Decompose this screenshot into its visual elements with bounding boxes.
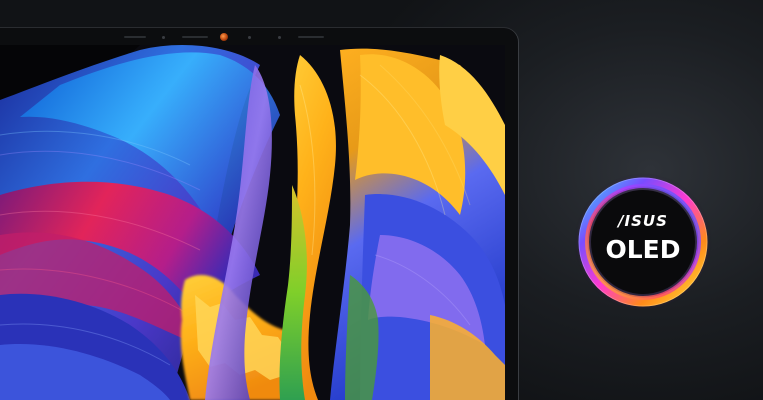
speaker-slot xyxy=(124,36,146,38)
sensor-dot xyxy=(248,36,251,39)
sensor-dot xyxy=(278,36,281,39)
oled-ring-badge-icon: /ISUS OLED xyxy=(574,173,712,311)
camera-icon xyxy=(220,33,228,41)
abstract-wallpaper xyxy=(0,45,505,400)
oled-label: OLED xyxy=(605,235,680,264)
brand-logo-text: /ISUS xyxy=(616,212,668,230)
laptop-screen xyxy=(0,45,505,400)
speaker-slot xyxy=(298,36,324,38)
sensor-dot xyxy=(162,36,165,39)
oled-badge: /ISUS OLED xyxy=(573,172,713,312)
product-scene: /ISUS OLED xyxy=(0,0,763,400)
camera-strip xyxy=(120,33,340,41)
sensor-slot xyxy=(182,36,208,38)
